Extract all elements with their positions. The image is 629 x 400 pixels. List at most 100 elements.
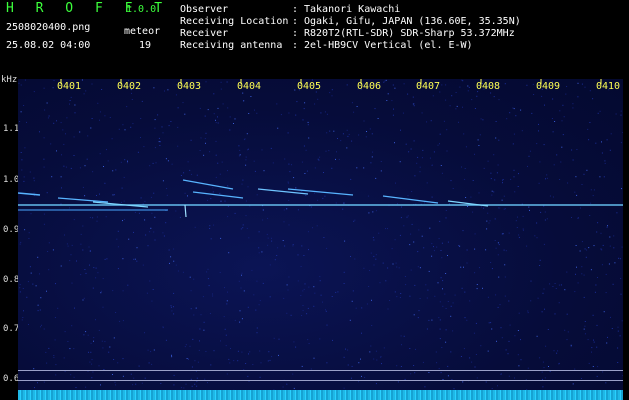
noise-pixel xyxy=(347,349,349,351)
noise-pixel xyxy=(69,207,70,209)
noise-pixel xyxy=(134,211,136,213)
noise-pixel xyxy=(319,280,321,282)
noise-pixel xyxy=(96,216,98,218)
noise-pixel xyxy=(518,236,520,238)
info-value: Takanori Kawachi xyxy=(304,4,401,15)
noise-pixel xyxy=(223,316,225,318)
noise-pixel xyxy=(301,161,303,163)
noise-pixel xyxy=(122,124,124,126)
info-sep: : xyxy=(292,28,299,39)
noise-pixel xyxy=(253,160,255,162)
noise-pixel xyxy=(423,247,425,249)
noise-pixel xyxy=(215,122,217,124)
info-label: Receiving Location xyxy=(180,16,289,27)
noise-pixel xyxy=(37,304,39,306)
noise-pixel xyxy=(99,153,101,155)
noise-pixel xyxy=(292,245,294,247)
noise-pixel xyxy=(323,172,324,173)
noise-pixel xyxy=(61,154,62,156)
noise-pixel xyxy=(93,337,95,339)
noise-pixel xyxy=(487,212,489,214)
noise-pixel xyxy=(399,234,401,236)
noise-pixel xyxy=(483,207,485,209)
noise-pixel xyxy=(248,381,250,382)
noise-pixel xyxy=(534,235,536,237)
noise-pixel xyxy=(487,350,489,352)
noise-pixel xyxy=(135,383,137,385)
noise-pixel xyxy=(593,189,595,191)
noise-pixel xyxy=(494,240,496,241)
noise-pixel xyxy=(185,344,187,346)
noise-pixel xyxy=(467,90,469,92)
noise-pixel xyxy=(518,234,520,236)
noise-pixel xyxy=(132,384,134,386)
noise-pixel xyxy=(166,194,168,196)
noise-pixel xyxy=(245,164,247,166)
noise-pixel xyxy=(287,181,289,183)
noise-pixel xyxy=(474,272,476,274)
noise-pixel xyxy=(602,244,604,246)
noise-pixel xyxy=(386,100,388,101)
noise-pixel xyxy=(552,286,554,287)
noise-pixel xyxy=(354,219,356,221)
noise-pixel xyxy=(586,249,588,251)
noise-pixel xyxy=(463,266,464,268)
noise-pixel xyxy=(134,258,136,260)
noise-pixel xyxy=(215,176,217,178)
noise-pixel xyxy=(436,246,438,248)
noise-pixel xyxy=(604,160,606,162)
noise-pixel xyxy=(307,339,309,341)
noise-pixel xyxy=(79,167,81,169)
noise-pixel xyxy=(585,256,587,258)
noise-pixel xyxy=(48,269,50,271)
noise-pixel xyxy=(374,108,376,110)
noise-pixel xyxy=(471,361,473,363)
noise-pixel xyxy=(491,268,493,270)
noise-pixel xyxy=(27,281,29,283)
noise-pixel xyxy=(554,313,556,315)
noise-pixel xyxy=(556,154,558,156)
noise-pixel xyxy=(597,366,599,368)
x-tick: 0406 xyxy=(357,81,382,92)
noise-pixel xyxy=(111,138,113,140)
noise-pixel xyxy=(46,362,48,364)
noise-pixel xyxy=(195,307,197,309)
noise-pixel xyxy=(283,209,285,211)
noise-pixel xyxy=(584,248,586,250)
noise-pixel xyxy=(251,269,253,271)
noise-pixel xyxy=(317,158,319,160)
noise-pixel xyxy=(617,347,619,349)
noise-pixel xyxy=(53,80,55,81)
noise-pixel xyxy=(140,197,142,199)
noise-pixel xyxy=(226,81,228,83)
noise-pixel xyxy=(497,306,499,308)
noise-pixel xyxy=(82,249,84,251)
noise-pixel xyxy=(295,187,297,189)
x-tick: 0409 xyxy=(536,81,561,92)
noise-pixel xyxy=(439,143,440,145)
noise-pixel xyxy=(164,90,165,92)
noise-pixel xyxy=(496,340,497,342)
noise-pixel xyxy=(112,374,113,375)
noise-pixel xyxy=(579,207,581,209)
noise-pixel xyxy=(293,341,295,343)
noise-pixel xyxy=(322,197,324,199)
noise-pixel xyxy=(23,310,24,312)
noise-pixel xyxy=(56,150,57,152)
noise-pixel xyxy=(455,92,457,93)
noise-pixel xyxy=(474,108,476,109)
noise-pixel xyxy=(473,332,475,334)
noise-pixel xyxy=(558,363,560,365)
noise-pixel xyxy=(512,107,514,109)
noise-pixel xyxy=(260,362,262,364)
noise-pixel xyxy=(124,218,125,220)
noise-pixel xyxy=(564,329,566,331)
noise-pixel xyxy=(440,277,442,279)
noise-pixel xyxy=(109,117,111,118)
noise-pixel xyxy=(400,217,402,219)
noise-pixel xyxy=(133,258,135,260)
noise-pixel xyxy=(459,86,461,88)
noise-pixel xyxy=(515,220,517,222)
noise-pixel xyxy=(304,173,306,174)
noise-pixel xyxy=(546,218,548,220)
